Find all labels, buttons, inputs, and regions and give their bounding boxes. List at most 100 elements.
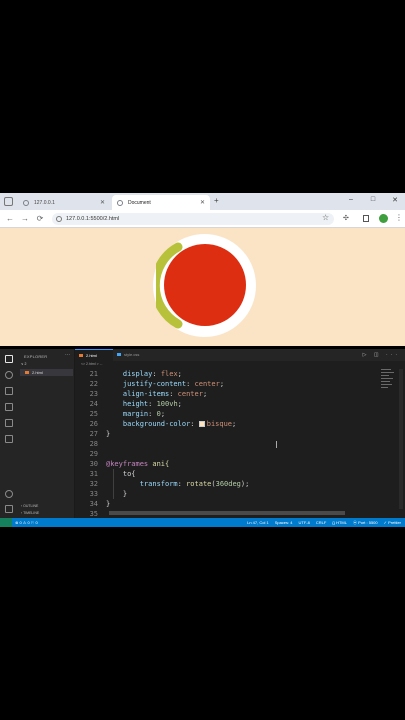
line-number: 28: [89, 440, 98, 448]
code-line: 22 justify-content: center;: [75, 379, 395, 389]
encoding-status[interactable]: UTF-8: [298, 520, 309, 526]
code-editor[interactable]: 2.html style.css ▷ ◫ ··· <> 2.html > ...…: [75, 349, 405, 518]
status-right: Ln 47, Col 1 Spaces: 4 UTF-8 CRLF {} HTM…: [247, 520, 401, 526]
code-line: 31 to{: [75, 469, 395, 479]
browser-tab-document[interactable]: Document ✕: [112, 195, 210, 210]
line-number: 23: [89, 390, 98, 398]
explorer-sidebar: EXPLORER ··· ∨ 2 2.html › OUTLINE › TIME…: [18, 349, 75, 518]
outline-section[interactable]: › OUTLINE: [21, 504, 38, 508]
timeline-section[interactable]: › TIMELINE: [21, 511, 39, 515]
window-controls: – □ ✕: [347, 196, 399, 204]
page-viewport: [0, 229, 405, 346]
site-info-icon[interactable]: [56, 216, 62, 222]
tab-2-html[interactable]: 2.html: [75, 349, 113, 361]
code-line: 29: [75, 449, 395, 459]
address-bar[interactable]: 127.0.0.1:5500/2.html: [52, 213, 334, 225]
code-line: 21 display: flex;: [75, 369, 395, 379]
code-line: 26 background-color: bisque;: [75, 419, 395, 429]
line-content: to{: [106, 470, 136, 478]
forward-button[interactable]: →: [20, 214, 30, 224]
folder-item[interactable]: ∨ 2: [21, 362, 26, 366]
problems-status[interactable]: ⊗ 0 ⚠ 0 ⚐ 0: [15, 520, 38, 525]
source-control-icon[interactable]: [5, 387, 13, 395]
vertical-scrollbar[interactable]: [399, 369, 403, 509]
account-icon[interactable]: [5, 490, 13, 498]
line-content: transform: rotate(360deg);: [139, 480, 250, 488]
address-toolbar: ← → ⟳ 127.0.0.1:5500/2.html ☆ ✣ ⋮: [0, 210, 405, 228]
line-content: }: [106, 430, 111, 438]
code-line: 28: [75, 439, 395, 449]
line-number: 31: [89, 470, 98, 478]
menu-icon[interactable]: ⋮: [395, 213, 403, 222]
language-mode[interactable]: {} HTML: [332, 520, 347, 526]
line-content: align-items: center;: [122, 390, 208, 398]
reload-button[interactable]: ⟳: [35, 214, 45, 224]
more-actions-icon[interactable]: ···: [65, 352, 70, 358]
line-content: margin: 0;: [122, 410, 166, 418]
url-text: 127.0.0.1:5500/2.html: [66, 216, 120, 222]
line-content: height: 100vh;: [122, 400, 182, 408]
code-line: 23 align-items: center;: [75, 389, 395, 399]
code-line: 27 }: [75, 429, 395, 439]
prettier-status[interactable]: ✓ Prettier: [384, 520, 401, 526]
line-number: 24: [89, 400, 98, 408]
line-number: 26: [89, 420, 98, 428]
line-number: 27: [89, 430, 98, 438]
bookmark-star-icon[interactable]: ☆: [322, 213, 329, 222]
line-number: 34: [89, 500, 98, 508]
live-server-port[interactable]: ⦿ Port : 5500: [353, 520, 378, 526]
file-item-2-html[interactable]: 2.html: [20, 369, 73, 376]
explorer-icon[interactable]: [5, 355, 13, 363]
tab-style-css[interactable]: style.css: [113, 349, 157, 361]
cursor-position[interactable]: Ln 47, Col 1: [247, 520, 269, 526]
html-file-icon: [25, 371, 29, 374]
status-bar: ⊗ 0 ⚠ 0 ⚐ 0 Ln 47, Col 1 Spaces: 4 UTF-8…: [0, 518, 405, 527]
line-content: display: flex;: [122, 370, 182, 378]
code-line: 32 transform: rotate(360deg);: [75, 479, 395, 489]
run-debug-icon[interactable]: [5, 403, 13, 411]
close-icon[interactable]: ✕: [100, 199, 105, 206]
new-tab-button[interactable]: +: [214, 196, 219, 205]
minimize-button[interactable]: –: [347, 196, 355, 204]
settings-gear-icon[interactable]: [5, 505, 13, 513]
line-number: 32: [89, 480, 98, 488]
color-swatch[interactable]: [198, 421, 205, 427]
browser-tab-127[interactable]: 127.0.0.1 ✕: [18, 195, 110, 210]
activity-bar: [0, 349, 18, 518]
indentation-status[interactable]: Spaces: 4: [275, 520, 293, 526]
remote-indicator[interactable]: [0, 518, 12, 527]
editor-actions[interactable]: ▷ ◫ ···: [363, 352, 400, 358]
line-content: @keyframes ani{: [106, 460, 170, 468]
profile-avatar[interactable]: [379, 214, 388, 223]
tab-actions-icon[interactable]: [4, 197, 13, 206]
line-content: justify-content: center;: [122, 380, 225, 388]
code-line: 30 @keyframes ani{: [75, 459, 395, 469]
code-line: 33 }: [75, 489, 395, 499]
breadcrumb[interactable]: <> 2.html > ...: [81, 362, 103, 366]
horizontal-scrollbar[interactable]: [109, 511, 345, 515]
maximize-button[interactable]: □: [369, 196, 377, 204]
css-file-icon: [117, 353, 121, 356]
tab-title: Document: [128, 199, 151, 206]
globe-icon: [23, 199, 29, 206]
remote-explorer-icon[interactable]: [5, 435, 13, 443]
tab-label: style.css: [124, 352, 140, 357]
eol-status[interactable]: CRLF: [316, 520, 326, 526]
explorer-title: EXPLORER: [24, 354, 48, 359]
extensions-icon[interactable]: ✣: [343, 214, 349, 222]
extensions-icon[interactable]: [5, 419, 13, 427]
side-panel-icon[interactable]: [363, 215, 369, 222]
close-icon[interactable]: ✕: [200, 199, 205, 206]
line-number: 22: [89, 380, 98, 388]
close-window-button[interactable]: ✕: [391, 196, 399, 204]
vscode-window: EXPLORER ··· ∨ 2 2.html › OUTLINE › TIME…: [0, 349, 405, 527]
code-line: 24 height: 100vh;: [75, 399, 395, 409]
mouse-cursor: [276, 441, 277, 448]
search-icon[interactable]: [5, 371, 13, 379]
loader-ball: [164, 244, 246, 326]
tab-label: 2.html: [86, 353, 97, 358]
back-button[interactable]: ←: [5, 214, 15, 224]
minimap[interactable]: [381, 369, 395, 409]
line-number: 25: [89, 410, 98, 418]
html-file-icon: [79, 354, 83, 357]
